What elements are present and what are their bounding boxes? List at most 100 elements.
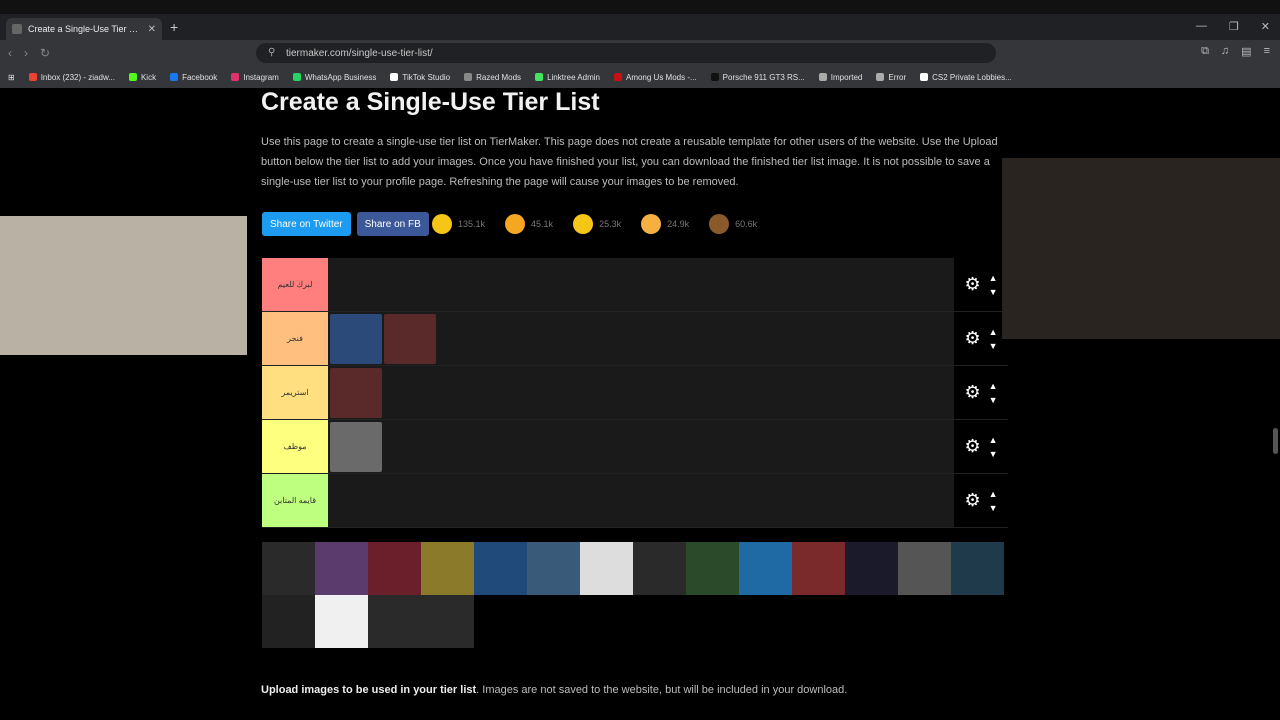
bookmark-item[interactable]: Inbox (232) - ziadw... (28, 73, 115, 82)
share-fb-button[interactable]: Share on FB (356, 212, 429, 236)
reaction-button[interactable]: 45.1k (505, 214, 553, 234)
pool-item-image[interactable] (368, 542, 421, 595)
bookmark-item[interactable]: Instagram (231, 73, 279, 82)
pool-item-image[interactable] (898, 542, 951, 595)
toolbar-icons: ⧉ ♫ ▤ ≡ (1201, 45, 1270, 58)
tier-label[interactable]: فنجر (262, 312, 328, 365)
move-up-icon[interactable]: ▲ (989, 379, 998, 393)
scrollbar-thumb-2[interactable] (1273, 428, 1278, 454)
webcam-overlay-left (0, 216, 247, 355)
back-icon[interactable]: ‹ (8, 46, 12, 60)
bookmark-item[interactable]: Kick (128, 73, 156, 82)
tier-item-image[interactable] (330, 421, 382, 472)
raised-hands-emoji-icon (641, 214, 662, 234)
pool-item-image[interactable] (527, 542, 580, 595)
screen: Create a Single-Use Tier List (Fr ✕ + — … (0, 0, 1280, 720)
new-tab-icon[interactable]: + (170, 19, 178, 35)
media-icon[interactable]: ♫ (1221, 45, 1229, 58)
tier-controls: ⚙ ▲ ▼ (954, 366, 1008, 419)
tier-items[interactable] (328, 420, 954, 473)
site-info-icon[interactable]: ⚲ (268, 47, 275, 58)
bookmark-item[interactable]: Imported (818, 72, 863, 82)
heart-eyes-emoji-icon (505, 214, 526, 234)
pool-item-image[interactable] (315, 542, 368, 595)
bookmark-item[interactable]: Linktree Admin (535, 73, 600, 82)
move-down-icon[interactable]: ▼ (989, 285, 998, 299)
reload-icon[interactable]: ↻ (40, 46, 50, 60)
pool-item-image[interactable] (792, 542, 845, 595)
bookmark-label: Among Us Mods -... (625, 72, 697, 82)
bookmark-item[interactable]: Porsche 911 GT3 RS... (710, 73, 805, 82)
move-up-icon[interactable]: ▲ (989, 325, 998, 339)
forward-icon[interactable]: › (24, 46, 28, 60)
pool-item-image[interactable] (474, 542, 527, 595)
restore-icon[interactable]: ❐ (1229, 20, 1239, 33)
close-window-icon[interactable]: ✕ (1261, 20, 1270, 33)
reaction-count: 24.9k (667, 219, 690, 229)
pool-item-image[interactable] (633, 542, 686, 595)
tier-items[interactable] (328, 366, 954, 419)
tier-items[interactable] (328, 474, 954, 527)
tier-item-image[interactable] (330, 313, 382, 364)
gear-icon[interactable]: ⚙ (964, 490, 980, 511)
tier-items[interactable] (328, 258, 954, 311)
move-up-icon[interactable]: ▲ (989, 433, 998, 447)
tier-label[interactable]: لبرك للعيم (262, 258, 328, 311)
pool-item-image[interactable] (262, 542, 315, 595)
move-down-icon[interactable]: ▼ (989, 447, 998, 461)
tiktok-icon (390, 73, 399, 81)
tier-row: فنجر ⚙ ▲ ▼ (262, 312, 1008, 366)
bookmark-item[interactable]: WhatsApp Business (292, 73, 376, 82)
pool-item-image[interactable] (421, 595, 474, 648)
bookmark-item[interactable]: CS2 Private Lobbies... (920, 73, 1012, 82)
pool-item-image[interactable] (686, 542, 739, 595)
bookmark-item[interactable]: Razed Mods (464, 73, 521, 82)
pool-item-image[interactable] (262, 595, 315, 648)
tier-label[interactable]: قايمه المتابن (262, 474, 328, 527)
minimize-icon[interactable]: — (1196, 20, 1207, 33)
gear-icon[interactable]: ⚙ (964, 274, 980, 295)
page-description: Use this page to create a single-use tie… (261, 136, 998, 188)
menu-icon[interactable]: ≡ (1264, 45, 1270, 58)
move-down-icon[interactable]: ▼ (989, 393, 998, 407)
bookmark-item[interactable]: Facebook (170, 73, 217, 82)
tier-label[interactable]: استريمر (262, 366, 328, 419)
close-tab-icon[interactable]: ✕ (148, 24, 156, 35)
gear-icon[interactable]: ⚙ (964, 328, 980, 349)
apps-icon[interactable]: ⊞ (8, 73, 15, 82)
sidebar-icon[interactable]: ▤ (1241, 45, 1251, 58)
bookmark-item[interactable]: TikTok Studio (390, 73, 450, 82)
gear-icon[interactable]: ⚙ (964, 436, 980, 457)
url-field[interactable]: ⚲ tiermaker.com/single-use-tier-list/ (256, 43, 996, 63)
move-up-icon[interactable]: ▲ (989, 271, 998, 285)
share-twitter-button[interactable]: Share on Twitter (262, 212, 351, 236)
pool-item-image[interactable] (421, 542, 474, 595)
gear-icon[interactable]: ⚙ (964, 382, 980, 403)
reaction-button[interactable]: 135.1k (432, 214, 485, 234)
bookmark-label: Razed Mods (476, 72, 522, 82)
pool-item-image[interactable] (739, 542, 792, 595)
browser-tab[interactable]: Create a Single-Use Tier List (Fr ✕ (6, 18, 162, 40)
pool-item-image[interactable] (368, 595, 421, 648)
tier-item-image[interactable] (384, 313, 436, 364)
tier-item-image[interactable] (330, 367, 382, 418)
pool-item-image[interactable] (315, 595, 368, 648)
pool-item-image[interactable] (951, 542, 1004, 595)
move-up-icon[interactable]: ▲ (989, 487, 998, 501)
bookmark-item[interactable]: Error (876, 73, 906, 82)
bookmark-label: CS2 Private Lobbies... (932, 72, 1012, 82)
reaction-button[interactable]: 60.6k (709, 214, 757, 234)
pool-item-image[interactable] (580, 542, 633, 595)
tier-items[interactable] (328, 312, 954, 365)
tiermaker-favicon-icon (12, 24, 22, 34)
tier-controls: ⚙ ▲ ▼ (954, 474, 1008, 527)
tier-label[interactable]: موظف (262, 420, 328, 473)
pool-item-image[interactable] (845, 542, 898, 595)
extensions-icon[interactable]: ⧉ (1201, 45, 1209, 58)
reaction-button[interactable]: 25.3k (573, 214, 621, 234)
bookmark-label: Imported (830, 72, 863, 82)
move-down-icon[interactable]: ▼ (989, 501, 998, 515)
reaction-button[interactable]: 24.9k (641, 214, 689, 234)
move-down-icon[interactable]: ▼ (989, 339, 998, 353)
bookmark-item[interactable]: Among Us Mods -... (613, 72, 697, 82)
